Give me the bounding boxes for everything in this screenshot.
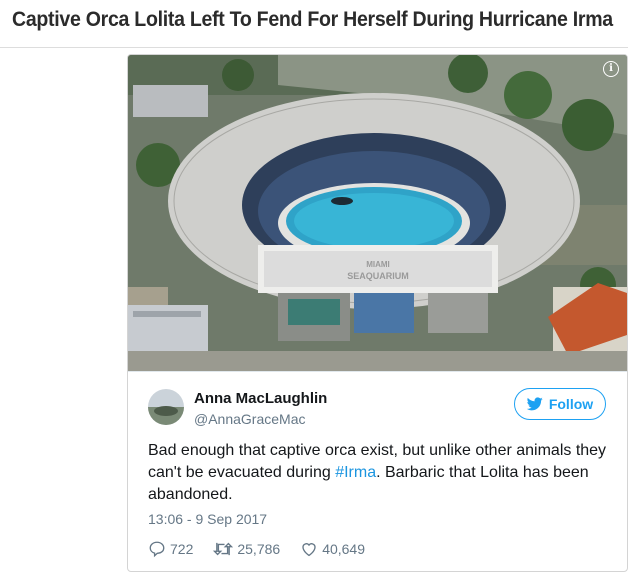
sign-line-1: MIAMI bbox=[366, 260, 390, 269]
reply-action[interactable]: 722 bbox=[148, 540, 193, 558]
reply-count: 722 bbox=[170, 541, 194, 557]
stadium-aerial-photo: MIAMI SEAQUARIUM bbox=[128, 55, 627, 371]
follow-button[interactable]: Follow bbox=[514, 388, 606, 420]
retweet-count: 25,786 bbox=[237, 541, 281, 557]
tweet: Anna MacLaughlin @AnnaGraceMac Follow Ba… bbox=[128, 371, 627, 571]
like-action[interactable]: 40,649 bbox=[300, 540, 365, 558]
tweet-timestamp[interactable]: 13:06 - 9 Sep 2017 bbox=[148, 511, 267, 527]
hashtag-link[interactable]: #Irma bbox=[335, 464, 376, 481]
tweet-text: Bad enough that captive orca exist, but … bbox=[148, 440, 608, 506]
follow-label: Follow bbox=[548, 396, 594, 412]
retweet-action[interactable]: 25,786 bbox=[213, 540, 280, 558]
author-avatar[interactable] bbox=[148, 389, 184, 425]
sign-line-2: SEAQUARIUM bbox=[347, 271, 409, 281]
retweet-icon bbox=[213, 542, 234, 556]
author-name[interactable]: Anna MacLaughlin bbox=[194, 390, 327, 407]
author-handle[interactable]: @AnnaGraceMac bbox=[194, 411, 305, 427]
twitter-bird-icon bbox=[526, 397, 543, 411]
tweet-actions: 722 25,786 40,649 bbox=[148, 540, 385, 558]
article-headline: Captive Orca Lolita Left To Fend For Her… bbox=[12, 8, 613, 31]
headline-divider bbox=[0, 47, 628, 48]
embedded-tweet-card: MIAMI SEAQUARIUM i Anna MacLaughlin @Ann… bbox=[127, 54, 628, 572]
info-icon[interactable]: i bbox=[603, 61, 619, 77]
heart-icon bbox=[302, 543, 316, 557]
like-count: 40,649 bbox=[322, 541, 366, 557]
reply-icon bbox=[149, 541, 165, 558]
